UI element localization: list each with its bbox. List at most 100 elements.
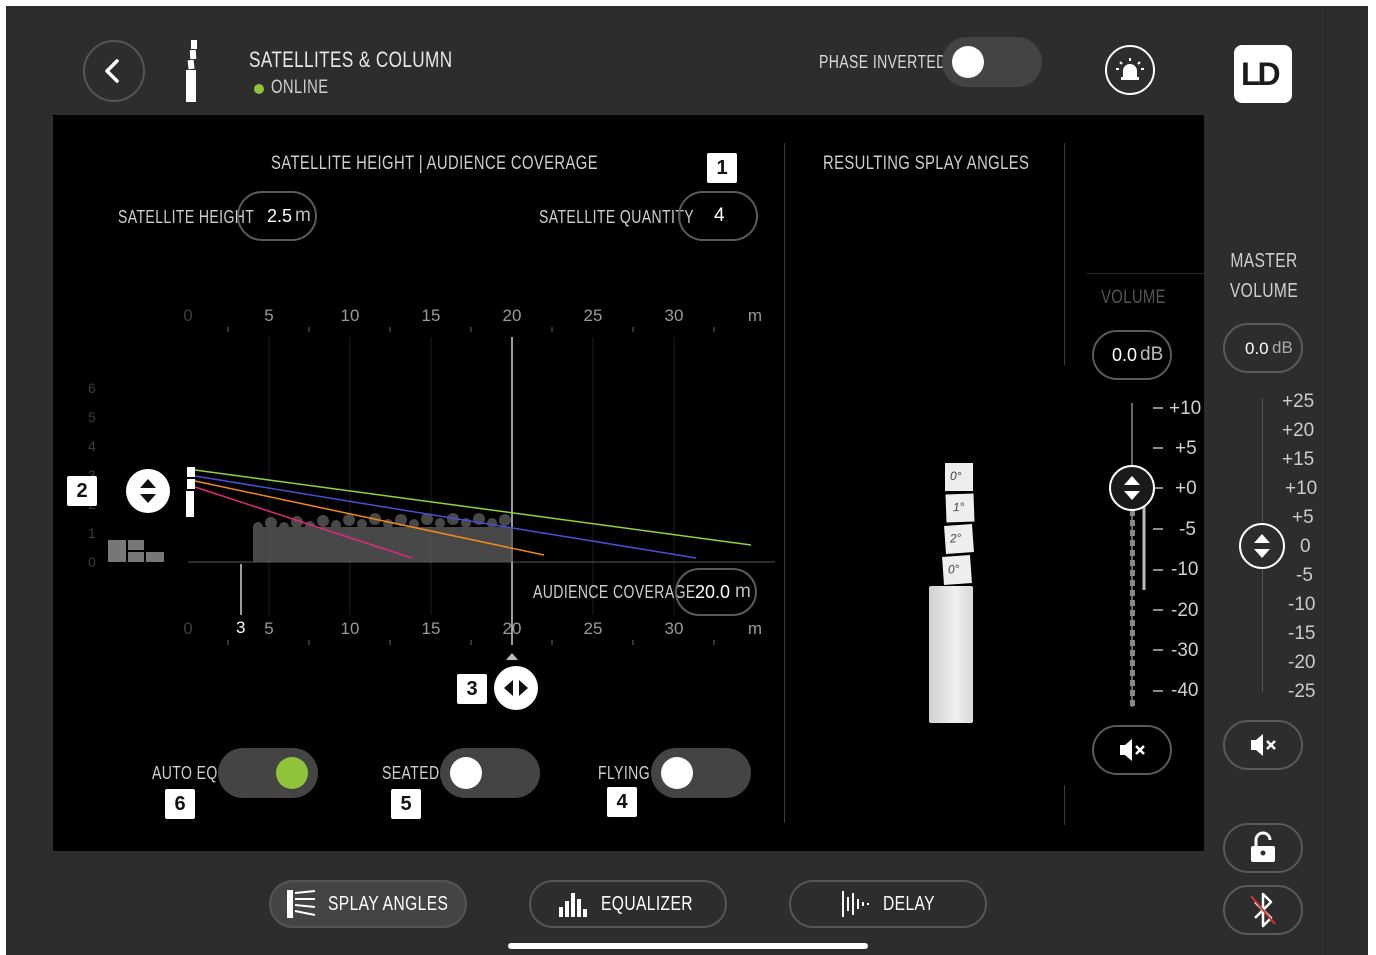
flying-label: FLYING (598, 763, 651, 783)
master-scale-label: +10 (1285, 478, 1318, 499)
main-panel: SATELLITE HEIGHT | AUDIENCE COVERAGE 1 S… (53, 115, 1204, 851)
flying-toggle[interactable] (651, 748, 751, 798)
up-down-arrows-icon (140, 479, 156, 503)
volume-field[interactable]: 0.0 dB (1092, 330, 1172, 380)
master-volume-field[interactable]: 0.0 dB (1223, 323, 1303, 373)
home-indicator (508, 943, 868, 949)
splay-box: 0° (942, 555, 972, 585)
master-volume-unit: dB (1272, 338, 1293, 357)
volume-scale-label: +0 (1175, 478, 1197, 499)
speaker-mute-icon (1251, 734, 1276, 756)
column-body (929, 586, 973, 723)
column-speaker-icon (186, 40, 197, 102)
audience-coverage-unit: m (735, 581, 751, 602)
phase-inverted-toggle[interactable] (942, 37, 1042, 87)
unlock-icon (1251, 831, 1275, 862)
satellite-height-handle[interactable] (126, 469, 170, 513)
splay-angle: 0° (950, 469, 962, 483)
seated-label: SEATED (382, 763, 440, 783)
tab-splay-angles[interactable]: SPLAY ANGLES (269, 880, 467, 928)
master-volume-value: 0.0 (1245, 339, 1269, 358)
volume-scale-label: +5 (1175, 438, 1197, 459)
volume-scale-label: -5 (1179, 519, 1196, 540)
master-scale-label: -25 (1288, 681, 1316, 702)
master-scale-label: 0 (1300, 536, 1311, 557)
audience-coverage-label: AUDIENCE COVERAGE (533, 582, 696, 602)
bluetooth-button[interactable] (1223, 885, 1303, 935)
left-right-arrows-icon (504, 680, 528, 696)
panel-divider (1064, 143, 1065, 365)
seated-toggle[interactable] (440, 748, 540, 798)
volume-value: 0.0 (1112, 345, 1138, 365)
device-name: SATELLITES & COLUMN (249, 47, 453, 72)
master-scale-label: +20 (1282, 420, 1315, 441)
panel-divider (1064, 785, 1065, 825)
badge-5: 5 (391, 789, 421, 819)
audience-coverage-field[interactable]: 20.0 m (675, 568, 757, 616)
volume-label: VOLUME (1101, 287, 1166, 308)
waveform-icon (841, 891, 869, 917)
volume-scale-label: -20 (1171, 600, 1199, 621)
up-down-arrows-icon (1254, 534, 1270, 558)
brand-logo: LD (1234, 45, 1292, 103)
chevron-left-icon (105, 59, 119, 83)
tab-label: DELAY (882, 892, 935, 915)
app-window: SATELLITES & COLUMN ONLINE PHASE INVERTE… (6, 6, 1368, 955)
master-scale-label: -5 (1296, 565, 1313, 586)
tab-label: EQUALIZER (601, 892, 693, 915)
splay-angles-icon (286, 890, 316, 918)
volume-scale-label: -40 (1171, 680, 1199, 701)
auto-eq-label: AUTO EQ (152, 763, 218, 783)
speaker-mute-icon (1120, 739, 1145, 761)
master-scale-label: +15 (1282, 449, 1315, 470)
audience-coverage-value: 20.0 (695, 582, 731, 602)
alarm-light-icon (1116, 58, 1144, 80)
volume-mute-button[interactable] (1092, 725, 1172, 775)
master-scale-label: -15 (1288, 623, 1316, 644)
tab-delay[interactable]: DELAY (789, 880, 987, 928)
tab-equalizer[interactable]: EQUALIZER (529, 880, 727, 928)
master-mute-button[interactable] (1223, 720, 1303, 770)
status-text: ONLINE (271, 77, 329, 98)
badge-4: 4 (607, 787, 637, 817)
toggle-knob (450, 757, 482, 789)
splay-angle: 0° (947, 561, 960, 577)
tab-label: SPLAY ANGLES (327, 892, 449, 915)
badge-3: 3 (457, 674, 487, 704)
right-sidebar-divider (1325, 6, 1326, 955)
master-scale-label: +25 (1282, 391, 1315, 412)
splay-angle: 2° (949, 530, 962, 546)
volume-unit: dB (1140, 344, 1164, 365)
volume-fader-handle[interactable] (1109, 465, 1155, 511)
toggle-knob (952, 46, 984, 78)
splay-box: 1° (945, 493, 975, 523)
master-volume-handle[interactable] (1239, 523, 1285, 569)
volume-scale-label: +10 (1169, 398, 1202, 419)
toggle-knob (276, 757, 308, 789)
splay-box: 2° (944, 524, 974, 554)
master-scale-label: +5 (1292, 507, 1314, 528)
volume-scale-label: -30 (1171, 640, 1199, 661)
splay-panel-title: RESULTING SPLAY ANGLES (823, 153, 1030, 174)
up-down-arrows-icon (1124, 476, 1140, 500)
status-dot (254, 84, 264, 94)
splay-column: 0° 1° 2° 0° (913, 455, 983, 725)
master-scale-label: -20 (1288, 652, 1316, 673)
splay-angle: 1° (952, 499, 965, 515)
auto-eq-toggle[interactable] (218, 748, 318, 798)
start-position-label: 3 (236, 618, 246, 637)
master-volume-label-1: MASTER (1230, 250, 1298, 272)
bluetooth-disabled-icon (1250, 892, 1276, 928)
badge-6: 6 (165, 789, 195, 819)
splay-box: 0° (945, 463, 973, 491)
volume-scale-label: -10 (1171, 559, 1199, 580)
volume-divider (1087, 273, 1204, 274)
logo-text: LD (1241, 56, 1281, 92)
identify-button[interactable] (1105, 45, 1155, 95)
panel-divider (784, 143, 785, 823)
lock-button[interactable] (1223, 823, 1303, 873)
toggle-knob (661, 757, 693, 789)
back-button[interactable] (83, 40, 145, 102)
audience-coverage-handle[interactable] (494, 666, 538, 710)
master-volume-label-2: VOLUME (1229, 280, 1299, 302)
